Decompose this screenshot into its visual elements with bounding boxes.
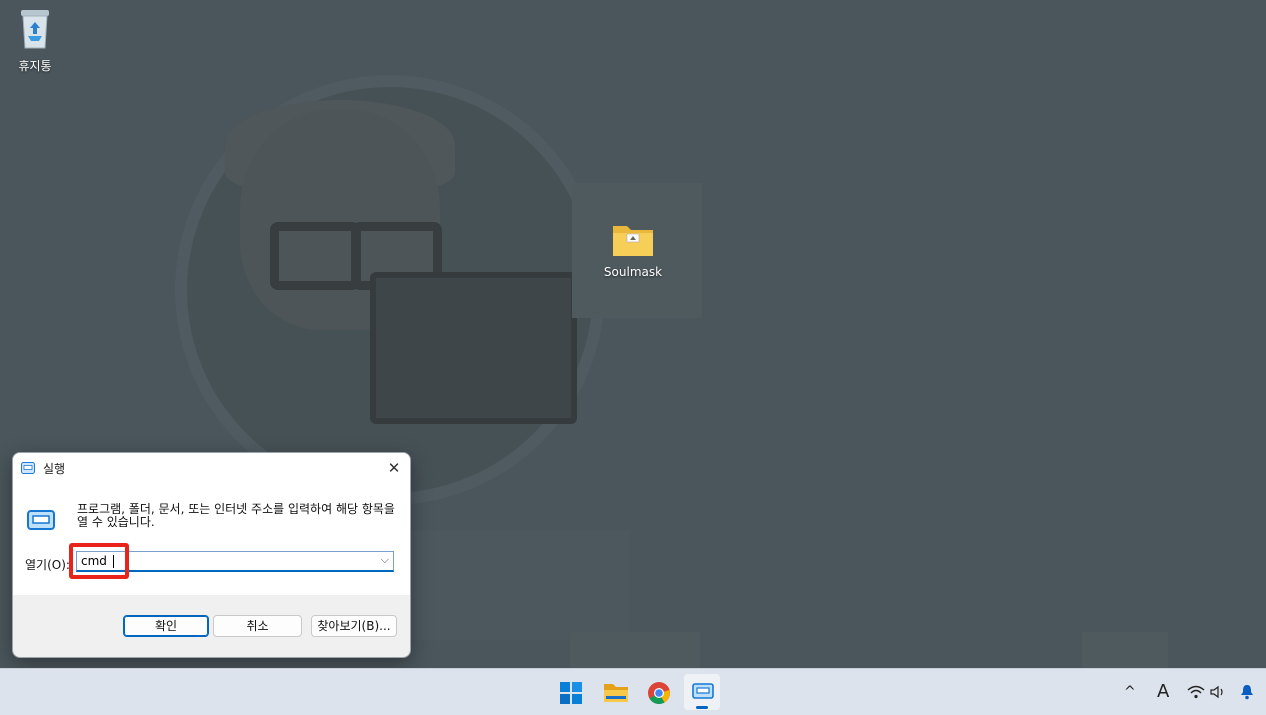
wallpaper-glasses-left bbox=[270, 222, 360, 290]
wallpaper-block bbox=[570, 632, 700, 668]
windows-start-icon bbox=[560, 682, 582, 704]
file-explorer-icon bbox=[604, 684, 628, 702]
run-dialog: 실행 ✕ 프로그램, 폴더, 문서, 또는 인터넷 주소를 입력하여 해당 항목… bbox=[12, 452, 411, 658]
close-button[interactable]: ✕ bbox=[378, 453, 410, 483]
desktop-icon-recycle-bin[interactable]: 휴지통 bbox=[0, 6, 70, 74]
run-dialog-description: 프로그램, 폴더, 문서, 또는 인터넷 주소를 입력하여 해당 항목을 열 수… bbox=[77, 502, 395, 529]
run-dialog-icon bbox=[21, 462, 35, 474]
close-icon: ✕ bbox=[387, 459, 401, 477]
desktop-icon-label: 휴지통 bbox=[18, 59, 52, 73]
taskbar-start-button[interactable] bbox=[552, 674, 588, 710]
taskbar-file-explorer[interactable] bbox=[596, 674, 632, 710]
volume-icon[interactable] bbox=[1210, 669, 1226, 715]
ok-button[interactable]: 확인 bbox=[123, 615, 209, 637]
wifi-icon[interactable] bbox=[1187, 669, 1205, 715]
open-field-label: 열기(O): bbox=[25, 558, 70, 572]
cancel-button[interactable]: 취소 bbox=[213, 615, 302, 637]
recycle-bin-icon bbox=[21, 10, 49, 49]
input-highlight-box bbox=[69, 543, 129, 579]
taskbar: ^ A bbox=[0, 668, 1266, 715]
taskbar-run-dialog[interactable] bbox=[684, 674, 720, 710]
ime-indicator[interactable]: A bbox=[1157, 669, 1169, 715]
run-dialog-titlebar[interactable]: 실행 ✕ bbox=[13, 453, 410, 483]
tray-overflow-chevron-icon[interactable]: ^ bbox=[1124, 669, 1136, 715]
run-dialog-icon bbox=[692, 683, 714, 699]
desktop-icon-label: Soulmask bbox=[603, 265, 663, 279]
run-dialog-title: 실행 bbox=[43, 462, 66, 476]
chrome-icon bbox=[648, 682, 670, 704]
active-app-indicator bbox=[696, 706, 708, 709]
wallpaper-block bbox=[1082, 632, 1168, 668]
browse-button[interactable]: 찾아보기(B)... bbox=[311, 615, 397, 637]
notification-bell-icon[interactable] bbox=[1240, 669, 1254, 715]
chevron-down-icon[interactable]: ⌵ bbox=[381, 553, 389, 567]
folder-icon bbox=[613, 226, 653, 256]
run-program-icon bbox=[27, 510, 55, 530]
desktop-icon-soulmask[interactable]: Soulmask bbox=[598, 220, 668, 279]
wallpaper-monitor-shape bbox=[370, 272, 577, 424]
taskbar-chrome[interactable] bbox=[640, 674, 676, 710]
